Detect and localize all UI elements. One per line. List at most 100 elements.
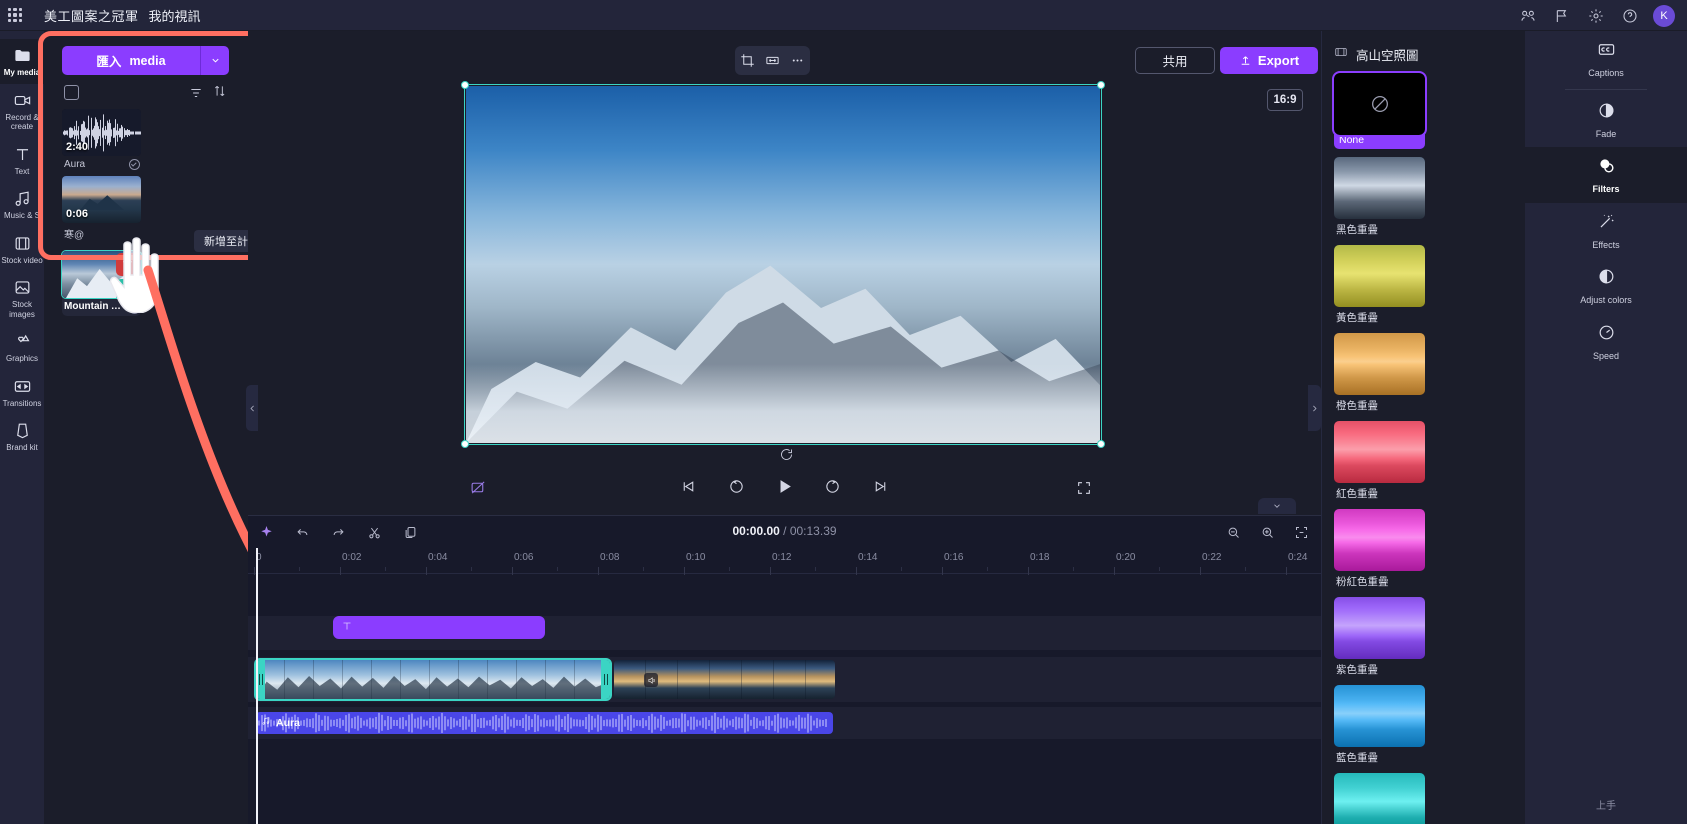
ruler-tick: 0:12 <box>769 552 792 575</box>
timeline-clip-audio[interactable]: Aura <box>256 712 833 734</box>
shapes-heart-icon <box>13 332 32 351</box>
filter-thumbnail <box>1332 71 1427 137</box>
more-dots-icon[interactable] <box>786 49 810 73</box>
sidebar-item-stock-images[interactable]: Stock images <box>0 271 44 325</box>
right-item-speed[interactable]: Speed <box>1525 314 1687 370</box>
mute-icon[interactable] <box>644 673 658 687</box>
timeline: 00:00.00 / 00:13.39 0 0:02 0:04 0:06 0:08 0:1… <box>248 515 1321 824</box>
ruler-tick: 0:02 <box>339 552 362 575</box>
settings-gear-icon[interactable] <box>1581 1 1611 31</box>
ruler-tick: 0:10 <box>683 552 706 575</box>
flag-feedback-icon[interactable] <box>1547 1 1577 31</box>
right-item-label: Fade <box>1595 128 1617 139</box>
timeline-clip-video-1[interactable] <box>254 658 612 701</box>
fit-timeline-icon[interactable] <box>1291 522 1311 542</box>
sort-arrows-icon[interactable] <box>213 84 227 103</box>
right-item-adjust-colors[interactable]: Adjust colors <box>1525 258 1687 314</box>
sidebar-item-music[interactable]: Music & S <box>0 182 44 227</box>
collapse-left-panel-button[interactable] <box>246 385 258 431</box>
skip-next-icon[interactable] <box>868 473 894 499</box>
filter-item-purple[interactable]: 紫色重疊 <box>1334 597 1425 677</box>
closed-captions-icon <box>1597 40 1616 64</box>
magic-wand-icon <box>1597 212 1616 236</box>
filter-item-teal[interactable]: 青綠色重疊 <box>1334 773 1425 824</box>
import-media-button[interactable]: 匯入 media <box>62 46 229 75</box>
fit-icon[interactable] <box>761 49 785 73</box>
media-item-video-lake[interactable]: 0:06 寒@ <box>62 176 141 243</box>
forward-5-icon[interactable] <box>820 473 846 499</box>
track-video <box>248 657 1321 702</box>
right-item-label: Captions <box>1588 68 1624 78</box>
brand-kit-icon <box>13 421 32 440</box>
filter-item-black[interactable]: 黑色重疊 <box>1334 157 1425 237</box>
filter-thumbnail <box>1334 333 1425 395</box>
share-button[interactable]: 共用 <box>1135 47 1215 74</box>
timeline-ruler[interactable]: 0 0:02 0:04 0:06 0:08 0:10 0:12 0:14 0:16 0:18 0:2… <box>248 548 1321 575</box>
play-icon[interactable] <box>772 473 798 499</box>
music-note-icon <box>13 189 32 208</box>
filter-item-red[interactable]: 紅色重疊 <box>1334 421 1425 501</box>
timeline-tracks: Aura <box>248 574 1321 824</box>
fullscreen-icon[interactable] <box>1076 480 1092 501</box>
sidebar-label: Music & S <box>3 211 40 220</box>
trim-handle-right[interactable] <box>601 660 610 699</box>
sidebar-label: Brand kit <box>6 443 38 452</box>
sidebar-item-graphics[interactable]: Graphics <box>0 325 44 370</box>
video-camera-icon <box>13 91 32 110</box>
sidebar-item-brand-kit[interactable]: Brand kit <box>0 414 44 459</box>
media-item-audio[interactable]: 2:40 Aura <box>62 109 141 172</box>
preview-floating-toolbar <box>735 46 810 75</box>
audio-clip-header: Aura <box>261 716 300 729</box>
filter-label: 粉紅色重疊 <box>1336 576 1389 588</box>
right-sidebar: Captions Fade Filters Effects Adjust col… <box>1525 31 1687 824</box>
timeline-clip-video-2[interactable] <box>614 660 835 699</box>
aspect-ratio-badge[interactable]: 16:9 <box>1267 89 1303 111</box>
rotate-icon[interactable] <box>779 447 794 467</box>
select-all-checkbox[interactable] <box>64 85 79 100</box>
zoom-out-icon[interactable] <box>1223 522 1243 542</box>
media-thumbnail: 2:40 <box>62 109 141 156</box>
filter-icon[interactable] <box>189 86 203 105</box>
current-time: 00:00.00 <box>732 524 780 538</box>
video-canvas[interactable] <box>466 86 1100 443</box>
sidebar-item-transitions[interactable]: Transitions <box>0 370 44 415</box>
timeline-clip-text[interactable] <box>333 616 545 639</box>
playhead[interactable] <box>256 548 258 824</box>
audio-clip-name: Aura <box>276 716 300 729</box>
media-item-mountain[interactable]: Mountain Ae... <box>61 250 142 316</box>
filter-label: 紫色重疊 <box>1336 664 1378 676</box>
filter-label: 紅色重疊 <box>1336 488 1378 500</box>
avatar[interactable]: K <box>1653 4 1675 27</box>
ruler-tick: 0:18 <box>1027 552 1050 575</box>
crop-icon[interactable] <box>736 49 760 73</box>
filter-item-yellow[interactable]: 黃色重疊 <box>1334 245 1425 325</box>
right-item-fade[interactable]: Fade <box>1525 92 1687 148</box>
sidebar-label: Stock images <box>9 300 35 319</box>
collaborate-icon[interactable] <box>1513 1 1543 31</box>
zoom-in-icon[interactable] <box>1257 522 1277 542</box>
sidebar-item-stock-video[interactable]: Stock video <box>0 227 44 272</box>
right-item-captions[interactable]: Captions <box>1525 31 1687 87</box>
rewind-5-icon[interactable] <box>724 473 750 499</box>
filter-item-pink[interactable]: 粉紅色重疊 <box>1334 509 1425 589</box>
waffle-grid-icon[interactable] <box>8 8 22 22</box>
filter-item-none[interactable]: None <box>1332 71 1427 149</box>
plus-icon[interactable] <box>116 279 139 298</box>
sidebar-item-record-create[interactable]: Record & create <box>0 84 44 138</box>
skip-previous-icon[interactable] <box>676 473 702 499</box>
sidebar-label: Stock video <box>1 255 43 265</box>
filter-item-orange[interactable]: 橙色重疊 <box>1334 333 1425 413</box>
ruler-minor-tick <box>901 567 902 571</box>
filter-item-blue[interactable]: 藍色重疊 <box>1334 685 1425 765</box>
export-button[interactable]: Export <box>1220 47 1318 74</box>
project-name[interactable]: 我的視訊 <box>149 6 201 25</box>
help-question-icon[interactable] <box>1615 1 1645 31</box>
sidebar-item-text[interactable]: Text <box>0 138 44 183</box>
collapse-right-panel-button[interactable] <box>1308 385 1321 431</box>
right-item-filters[interactable]: Filters <box>1525 147 1687 203</box>
chevron-down-icon[interactable] <box>201 55 229 66</box>
right-item-effects[interactable]: Effects <box>1525 203 1687 259</box>
collapse-timeline-button[interactable] <box>1258 498 1296 514</box>
trash-icon[interactable] <box>116 253 139 276</box>
sidebar-item-my-media[interactable]: My media <box>0 39 44 84</box>
